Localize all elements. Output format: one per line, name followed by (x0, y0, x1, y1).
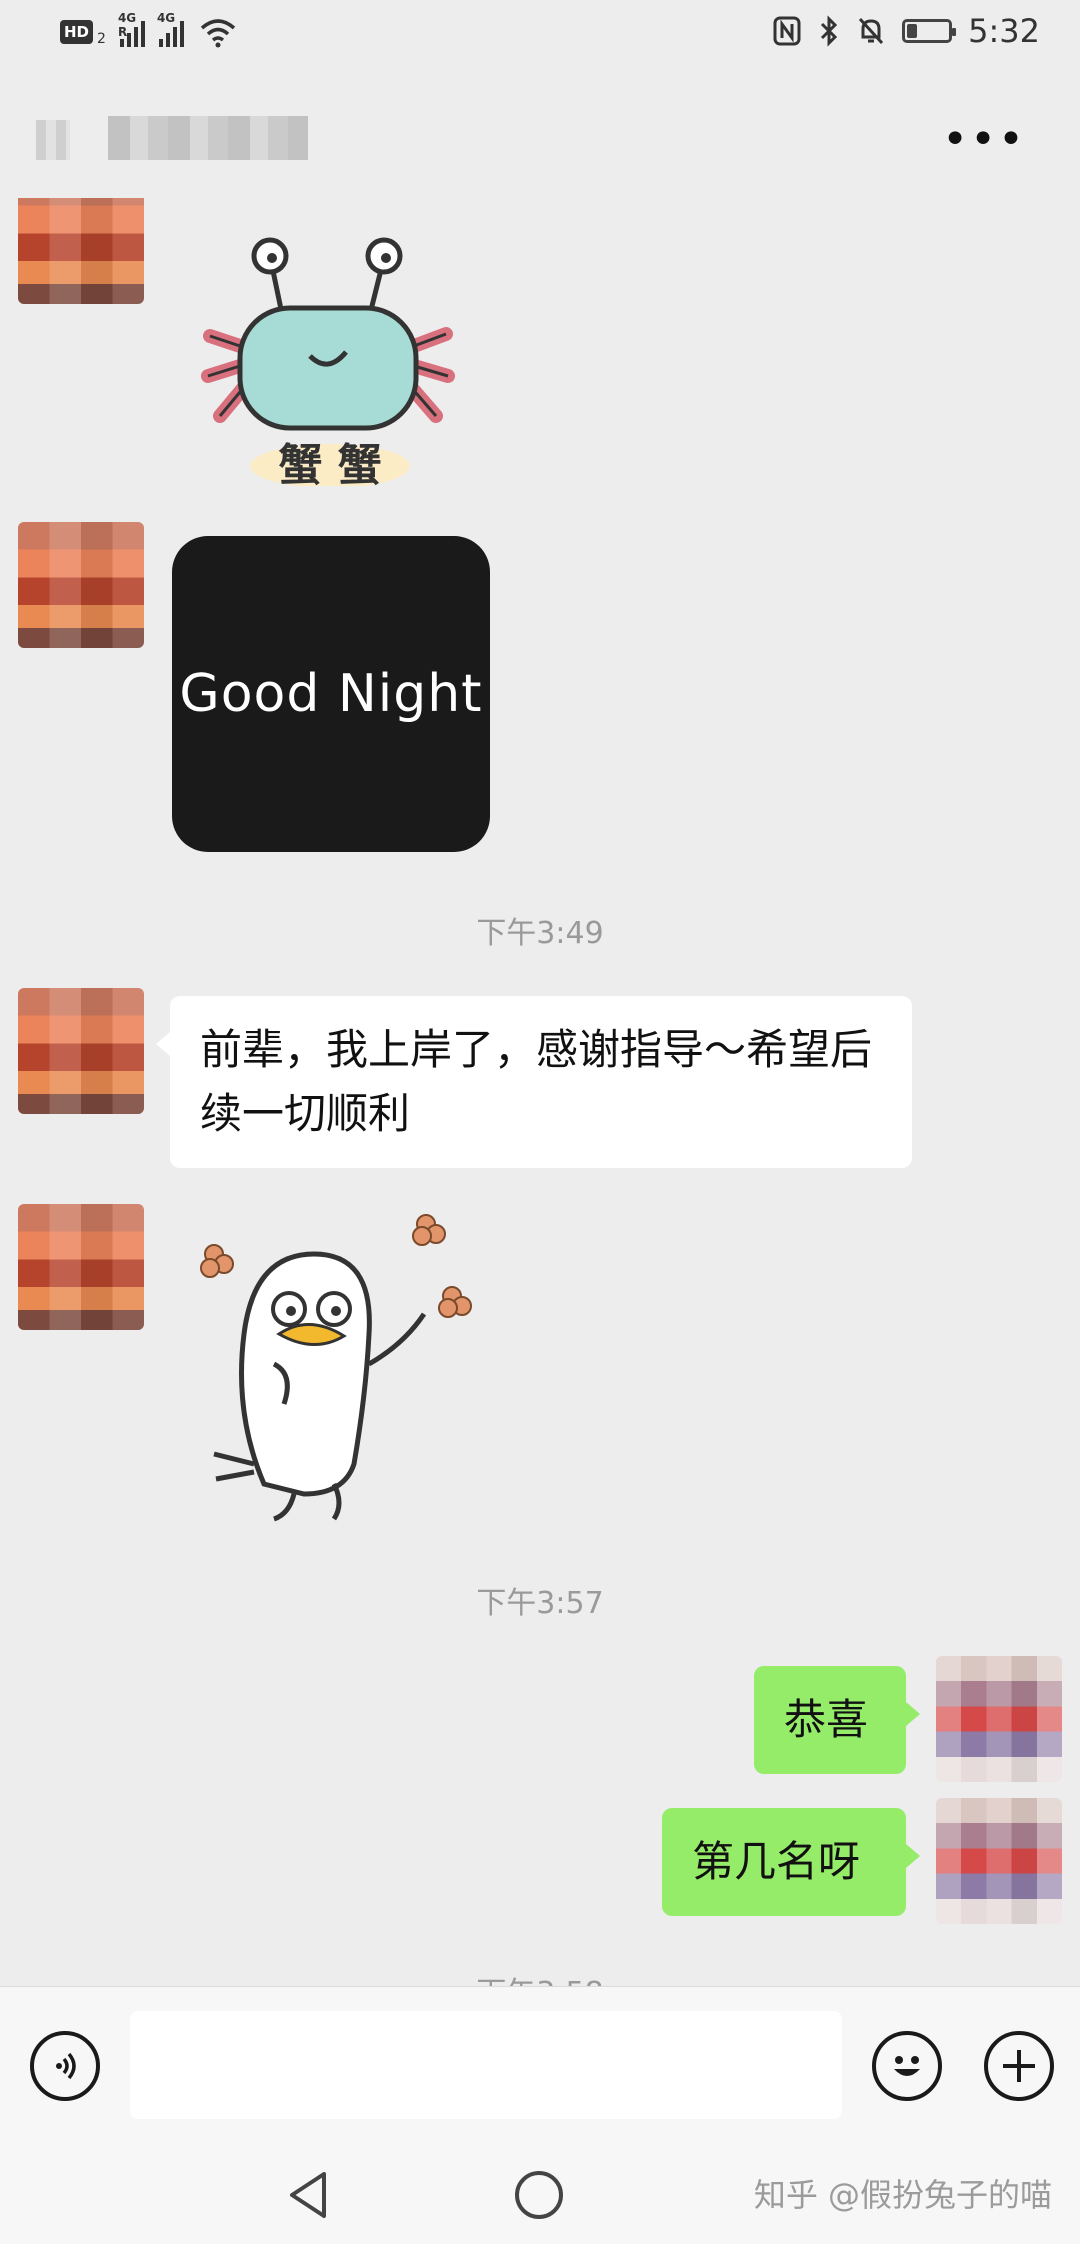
outgoing-message-bubble[interactable]: 第几名呀 (662, 1808, 920, 1916)
plus-icon (1003, 2050, 1035, 2082)
status-right: 5:32 (772, 12, 1040, 50)
timestamp-cut: 下午3:58 (0, 1968, 1080, 1986)
system-nav-bar: 知乎 @假扮兔子的喵 (0, 2146, 1080, 2244)
contact-avatar[interactable] (18, 1204, 144, 1330)
hd-sub: 2 (97, 31, 106, 47)
goodnight-sticker[interactable]: Good Night (172, 536, 490, 852)
voice-icon (56, 2052, 76, 2080)
timestamp: 下午3:57 (476, 1586, 604, 1621)
emoji-icon (894, 2056, 920, 2076)
status-time: 5:32 (968, 12, 1040, 50)
mute-bell-icon (859, 17, 884, 45)
plus-button[interactable] (984, 2031, 1054, 2101)
signal-label-sim2: 4G (156, 11, 176, 25)
battery-icon (902, 19, 957, 43)
triangle-back-icon[interactable] (284, 2168, 334, 2222)
watermark: 知乎 @假扮兔子的喵 (753, 2176, 1052, 2214)
contact-name-blurred (108, 116, 308, 160)
wifi-icon (200, 19, 236, 48)
back-button[interactable] (36, 120, 70, 160)
input-bar (0, 1986, 1080, 2147)
battery-level (907, 24, 918, 38)
chat-area[interactable]: 蟹 蟹 Good Night 下午3:49 前辈，我上岸了，感谢指导～希望后续一… (0, 198, 1080, 1986)
bluetooth-icon (821, 15, 838, 47)
more-dots-icon[interactable]: ••• (942, 118, 1026, 162)
chat-header: ••• (0, 72, 1080, 198)
crab-sticker-text: 蟹 蟹 (278, 440, 381, 486)
signal-icon-sim1: 4G R (118, 11, 145, 47)
hd-badge: HD (60, 20, 94, 44)
timestamp: 下午3:49 (476, 916, 604, 951)
voice-button[interactable] (30, 2031, 100, 2101)
contact-avatar[interactable] (18, 522, 144, 648)
self-avatar[interactable] (936, 1798, 1062, 1924)
signal-label-sim1: 4G R (117, 11, 137, 39)
contact-avatar[interactable] (18, 198, 144, 304)
crab-sticker[interactable]: 蟹 蟹 (200, 226, 460, 486)
incoming-message-bubble[interactable]: 前辈，我上岸了，感谢指导～希望后续一切顺利 (156, 996, 912, 1168)
contact-avatar[interactable] (18, 988, 144, 1114)
status-bar: HD 2 4G R 4G 5:32 (0, 0, 1080, 72)
duck-sticker[interactable] (194, 1214, 484, 1524)
status-left: HD 2 4G R 4G (60, 11, 238, 48)
message-input[interactable] (130, 2011, 842, 2119)
outgoing-message-bubble[interactable]: 恭喜 (754, 1666, 920, 1774)
self-avatar[interactable] (936, 1656, 1062, 1782)
goodnight-sticker-text: Good Night (179, 664, 483, 724)
signal-icon-sim2: 4G (157, 11, 184, 47)
circle-home-icon[interactable] (512, 2168, 566, 2222)
emoji-button[interactable] (872, 2031, 942, 2101)
nfc-icon (773, 16, 801, 46)
